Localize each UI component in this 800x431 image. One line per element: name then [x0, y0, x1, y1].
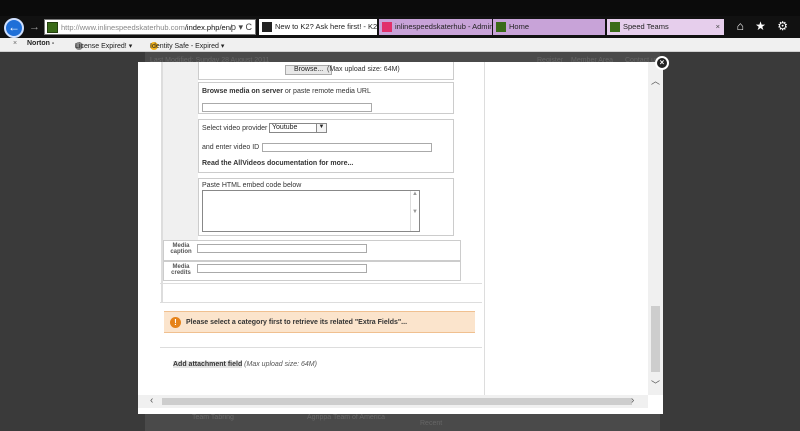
address-url: http://www.inlinespeedskaterhub.com/inde…	[61, 23, 232, 32]
right-pane-divider	[484, 62, 485, 395]
section-divider	[160, 302, 482, 303]
back-button[interactable]: ←	[4, 18, 24, 38]
browse-media-link[interactable]: Browse media on server	[202, 88, 283, 95]
site-favicon-icon	[47, 22, 58, 33]
vertical-scroll-thumb[interactable]	[651, 306, 660, 372]
media-credits-row: Media credits	[163, 261, 461, 281]
remote-media-url-input[interactable]	[202, 103, 372, 112]
modal-dialog: Browse... (Max upload size: 64M) Browse …	[138, 62, 663, 414]
close-tab-icon[interactable]: ×	[716, 19, 720, 35]
browse-button[interactable]: Browse...	[285, 65, 333, 75]
media-caption-row: Media caption	[163, 240, 461, 261]
allvideos-doc-link[interactable]: Read the AllVideos documentation for mor…	[202, 160, 353, 167]
close-toolbar-icon[interactable]: ×	[13, 40, 17, 47]
site-favicon-icon	[610, 22, 620, 32]
warning-text: Please select a category first to retrie…	[186, 319, 408, 326]
forward-button[interactable]: →	[29, 21, 40, 33]
browser-tools[interactable]: ⌂ ★ ⚙	[737, 19, 792, 33]
extra-fields-warning: ! Please select a category first to retr…	[164, 311, 475, 333]
scroll-left-icon[interactable]: ‹	[150, 395, 153, 406]
tab-admin[interactable]: inlinespeedskaterhub - Admini...	[379, 19, 492, 35]
video-provider-label: Select video provider	[202, 125, 268, 132]
video-provider-select[interactable]: Youtube ▼	[269, 123, 327, 133]
norton-menu[interactable]: Norton -	[27, 40, 54, 47]
media-caption-input[interactable]	[197, 244, 367, 253]
media-caption-label: Media caption	[170, 243, 192, 255]
scroll-down-icon[interactable]: ﹀	[651, 378, 660, 391]
tab-home[interactable]: Home	[493, 19, 605, 35]
media-credits-input[interactable]	[197, 264, 367, 273]
modal-close-button[interactable]: ×	[655, 56, 669, 70]
label-column	[163, 62, 198, 242]
joomla-icon	[382, 22, 392, 32]
scroll-right-icon[interactable]: ›	[631, 395, 634, 406]
max-upload-size-text: (Max upload size: 64M)	[327, 66, 400, 73]
attachment-row: Add attachment field (Max upload size: 6…	[173, 361, 317, 368]
warning-icon: !	[170, 317, 181, 328]
textarea-scrollbar[interactable]: ▲ ▼	[410, 191, 419, 231]
footer-right-text: Recent	[420, 420, 443, 427]
video-id-label: and enter video ID	[202, 144, 260, 151]
section-divider	[160, 347, 482, 348]
video-id-input[interactable]	[262, 143, 432, 152]
tab-k2-forum[interactable]: New to K2? Ask here first! - K2...	[259, 19, 377, 35]
video-provider-panel: Select video provider Youtube ▼ and ente…	[198, 119, 454, 173]
horizontal-scroll-thumb[interactable]	[162, 398, 632, 405]
vertical-scrollbar[interactable]: ︿ ﹀	[648, 62, 663, 395]
media-credits-label: Media credits	[171, 264, 191, 276]
footer-mid-text: Agrippa Team of America	[307, 414, 386, 421]
modal-content: Browse... (Max upload size: 64M) Browse …	[138, 62, 648, 395]
tab-speed-teams[interactable]: Speed Teams ×	[607, 19, 724, 35]
window-titlebar	[0, 0, 800, 16]
embed-code-textarea[interactable]: ▲ ▼	[202, 190, 420, 232]
add-attachment-link[interactable]: Add attachment field	[173, 361, 243, 368]
embed-code-panel: Paste HTML embed code below ▲ ▼	[198, 178, 454, 236]
k2-icon	[262, 22, 272, 32]
chevron-down-icon: ▼	[316, 124, 326, 132]
browse-media-label: Browse media on server or paste remote m…	[202, 88, 371, 95]
scroll-up-icon[interactable]: ︿	[651, 74, 660, 87]
navigation-bar: ← → http://www.inlinespeedskaterhub.com/…	[0, 16, 800, 38]
footer-left-text: Team Tabring	[192, 414, 234, 421]
norton-toolbar: × Norton - License Expired! ▾ Identity S…	[0, 38, 800, 52]
remote-media-panel: Browse media on server or paste remote m…	[198, 82, 454, 114]
upload-panel: Browse... (Max upload size: 64M)	[198, 62, 454, 80]
embed-code-label: Paste HTML embed code below	[202, 182, 302, 189]
site-favicon-icon	[496, 22, 506, 32]
section-divider	[160, 283, 482, 284]
address-controls[interactable]: ρ ▾ C	[231, 22, 252, 33]
address-bar[interactable]: http://www.inlinespeedskaterhub.com/inde…	[44, 19, 256, 35]
horizontal-scrollbar[interactable]: ‹ ›	[138, 395, 648, 408]
